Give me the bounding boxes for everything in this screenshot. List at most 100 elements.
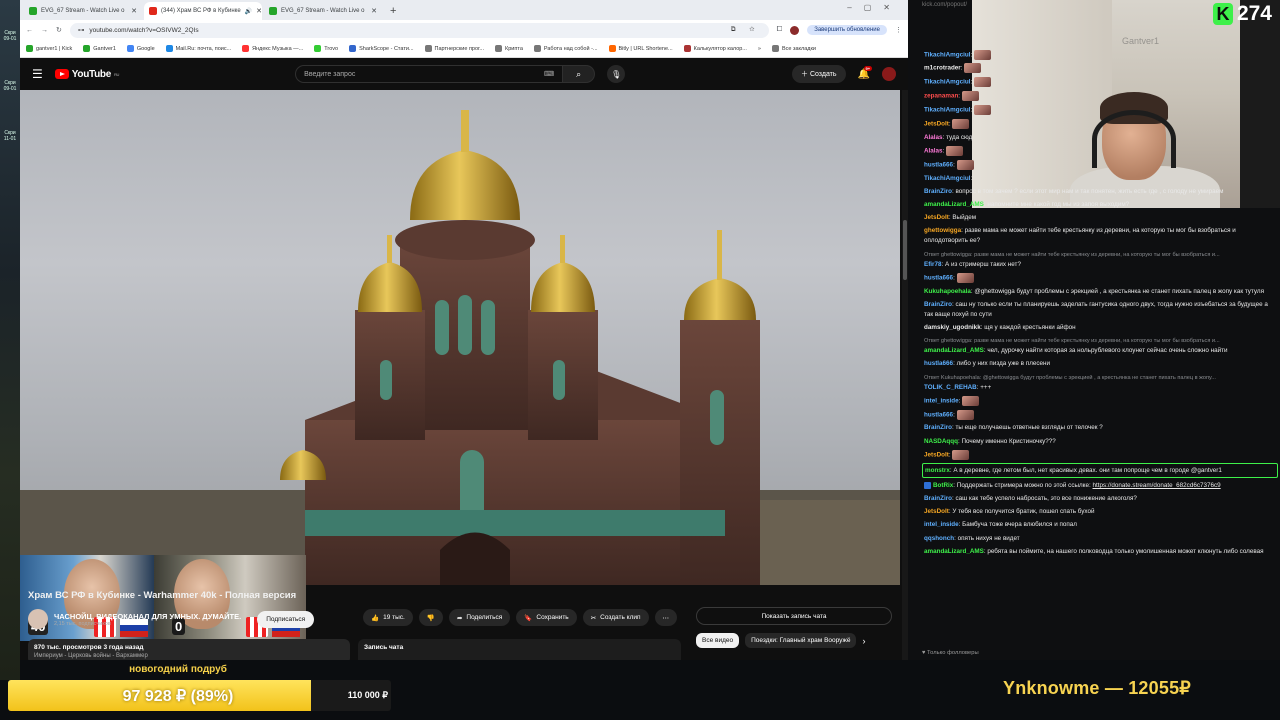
reload-icon[interactable]: ↻ — [56, 26, 62, 34]
chat-username[interactable]: BrainZiro — [924, 424, 952, 431]
bookmark-item[interactable]: Криптa — [494, 45, 523, 52]
channel-avatar[interactable] — [28, 609, 48, 629]
chat-username[interactable]: TikachiAmgciul — [924, 175, 970, 182]
clip-button[interactable]: ✂ Создать клип — [582, 609, 649, 626]
bookmark-item[interactable]: gantver1 | Kick — [26, 45, 72, 52]
chevron-right-icon[interactable]: › — [862, 636, 865, 646]
description-box[interactable]: 870 тыс. просмотров 3 года назад Империу… — [28, 639, 350, 660]
save-button[interactable]: 🔖 Сохранить — [516, 609, 577, 626]
bookmark-item[interactable]: Калькулятор калор... — [683, 45, 747, 52]
menu-burger-icon[interactable]: ☰ — [32, 67, 43, 81]
close-tab-icon[interactable]: ✕ — [371, 7, 377, 15]
chat-username[interactable]: Alalas — [924, 134, 943, 141]
bookmark-item[interactable]: Trovo — [314, 45, 338, 52]
bookmark-item[interactable]: Партнерские прог... — [424, 45, 484, 52]
chat-username[interactable]: BotRix — [933, 482, 953, 489]
chip-all-videos[interactable]: Все видео — [696, 633, 740, 648]
reply-quote[interactable]: Ответ Kukuhapoehala: @ghettowigga будут … — [924, 373, 1276, 383]
notifications-bell-icon[interactable]: 🔔 9+ — [858, 65, 873, 80]
bookmark-item[interactable]: Bitly | URL Shortene... — [608, 45, 673, 52]
more-actions-button[interactable]: ⋯ — [654, 609, 678, 626]
create-button[interactable]: ＋ Создать — [791, 65, 846, 83]
chat-username[interactable]: Alalas — [924, 148, 943, 155]
chat-username[interactable]: BrainZiro — [924, 188, 952, 195]
forward-icon[interactable]: → — [41, 27, 48, 34]
bookmarks-more[interactable]: » — [758, 46, 761, 52]
chat-username[interactable]: JetsDoIt — [924, 452, 949, 459]
chat-username[interactable]: TikachiAmgciul — [924, 51, 970, 58]
browser-tab-youtube[interactable]: (344) Храм ВС РФ в Кубинке 🔊 ✕ — [144, 2, 262, 20]
dislike-button[interactable]: 👎 — [418, 609, 443, 626]
site-info-icon[interactable]: ⊶ — [78, 26, 85, 34]
chat-username[interactable]: TOLIK_C_REHAB — [924, 384, 977, 391]
chat-username[interactable]: intel_inside — [924, 397, 959, 404]
keyboard-icon[interactable]: ⌨ — [544, 70, 554, 78]
update-browser-button[interactable]: Завершить обновление — [807, 25, 887, 35]
menu-icon[interactable]: ⋮ — [895, 26, 902, 34]
chat-username[interactable]: JetsDoIt — [924, 508, 949, 515]
chat-replay-panel[interactable]: Запись чата — [358, 639, 681, 660]
chat-username[interactable]: intel_inside — [924, 521, 959, 528]
chat-username[interactable]: damskiy_ugodnikk — [924, 324, 981, 331]
chat-username[interactable]: amandaLizard_AMS — [924, 347, 984, 354]
chat-username[interactable]: Kukuhapoehala — [924, 288, 971, 295]
chat-username[interactable]: TikachiAmgciul — [924, 79, 970, 86]
chat-username[interactable]: amandaLizard_AMS — [924, 548, 984, 555]
chat-username[interactable]: BrainZiro — [924, 495, 952, 502]
desktop-file-icon[interactable]: Скри 09-01 — [2, 30, 18, 42]
bookmark-item[interactable]: Gantver1 — [83, 45, 116, 52]
url-field[interactable]: ⊶ youtube.com/watch?v=OSIVW2_2QIs ⧉ ☆ — [69, 22, 769, 38]
chat-username[interactable]: zepanaman — [924, 93, 958, 100]
chat-username[interactable]: hustla666 — [924, 161, 953, 168]
bookmark-item[interactable]: Google — [126, 45, 155, 52]
chat-username[interactable]: amandaLizard_AMS — [924, 201, 984, 208]
close-tab-icon[interactable]: ✕ — [131, 7, 137, 15]
chat-username[interactable]: TikachiAmgciul — [924, 107, 970, 114]
browser-tab-kick-1[interactable]: EVG_67 Stream - Watch Live o ✕ — [24, 2, 142, 20]
reply-quote[interactable]: Ответ ghettowigga: разве мама не может н… — [924, 250, 1276, 260]
bookmark-item[interactable]: Mail.Ru: почта, поис... — [165, 45, 231, 52]
chat-username[interactable]: hustla666 — [924, 411, 953, 418]
close-tab-icon[interactable]: ✕ — [256, 7, 262, 15]
desktop-file-icon[interactable]: Скри 11-01 — [2, 130, 18, 142]
omnibox-actions-icon[interactable]: ⧉ ☆ — [731, 26, 761, 34]
chat-username[interactable]: hustla666 — [924, 274, 953, 281]
search-button[interactable]: ⌕ — [563, 65, 596, 83]
chat-username[interactable]: BrainZiro — [924, 301, 952, 308]
desktop-file-icon[interactable]: Скри 09-01 — [2, 80, 18, 92]
bookmark-item[interactable]: Работа над собой -... — [533, 45, 598, 52]
browser-tab-kick-2[interactable]: EVG_67 Stream - Watch Live o ✕ — [264, 2, 382, 20]
like-button[interactable]: 👍 19 тыс. — [363, 609, 413, 626]
chat-username[interactable]: NASDAqqq — [924, 438, 958, 445]
share-button[interactable]: ➦ Поделиться — [448, 609, 511, 626]
show-chat-replay-button[interactable]: Показать запись чата — [696, 607, 892, 625]
subscribe-button[interactable]: Подписаться — [257, 610, 315, 628]
reply-quote[interactable]: Ответ ghettowigga: разве мама не может н… — [924, 336, 1276, 346]
chat-username[interactable]: hustla666 — [924, 360, 953, 367]
chip-playlist[interactable]: Поездки: Главный храм Вооружё — [745, 633, 857, 648]
all-bookmarks[interactable]: Все закладки — [771, 45, 816, 52]
chat-username[interactable]: JetsDoIt — [924, 214, 949, 221]
bookmark-item[interactable]: Яндекс Музыка —... — [242, 45, 303, 52]
chat-username[interactable]: Efir78 — [924, 261, 942, 268]
donate-link[interactable]: https://donate.stream/donate_682cd6c7376… — [1093, 482, 1221, 489]
chat-username[interactable]: m1crotrader — [924, 65, 961, 72]
search-input[interactable]: Введите запрос ⌨ — [295, 65, 564, 83]
window-controls[interactable]: –▢✕ — [847, 3, 902, 12]
account-avatar[interactable] — [882, 67, 896, 81]
bookmark-item[interactable]: SharkScope - Стати... — [349, 45, 414, 52]
voice-search-icon[interactable]: 🎙 — [607, 65, 626, 83]
back-icon[interactable]: ← — [26, 27, 33, 34]
speaker-icon[interactable]: 🔊 — [245, 8, 252, 15]
profile-avatar[interactable] — [790, 25, 800, 35]
chat-username[interactable]: qqshonch — [924, 535, 954, 542]
extensions-icon[interactable]: ⧠ — [777, 26, 783, 34]
video-player[interactable] — [20, 90, 900, 585]
channel-name[interactable]: ЧАСНОЙЦ. ВИДЕОКАНАЛ ДЛЯ УМНЫХ. ДУМАЙТЕ. — [54, 612, 241, 621]
new-tab-button[interactable]: + — [384, 2, 402, 20]
youtube-logo[interactable]: YouTube RU — [54, 69, 119, 80]
chat-username[interactable]: monstrx — [925, 467, 950, 474]
chat-username[interactable]: ghettowigga — [924, 227, 961, 234]
scrollbar-thumb[interactable] — [903, 220, 907, 280]
chat-username[interactable]: JetsDoIt — [924, 121, 949, 128]
